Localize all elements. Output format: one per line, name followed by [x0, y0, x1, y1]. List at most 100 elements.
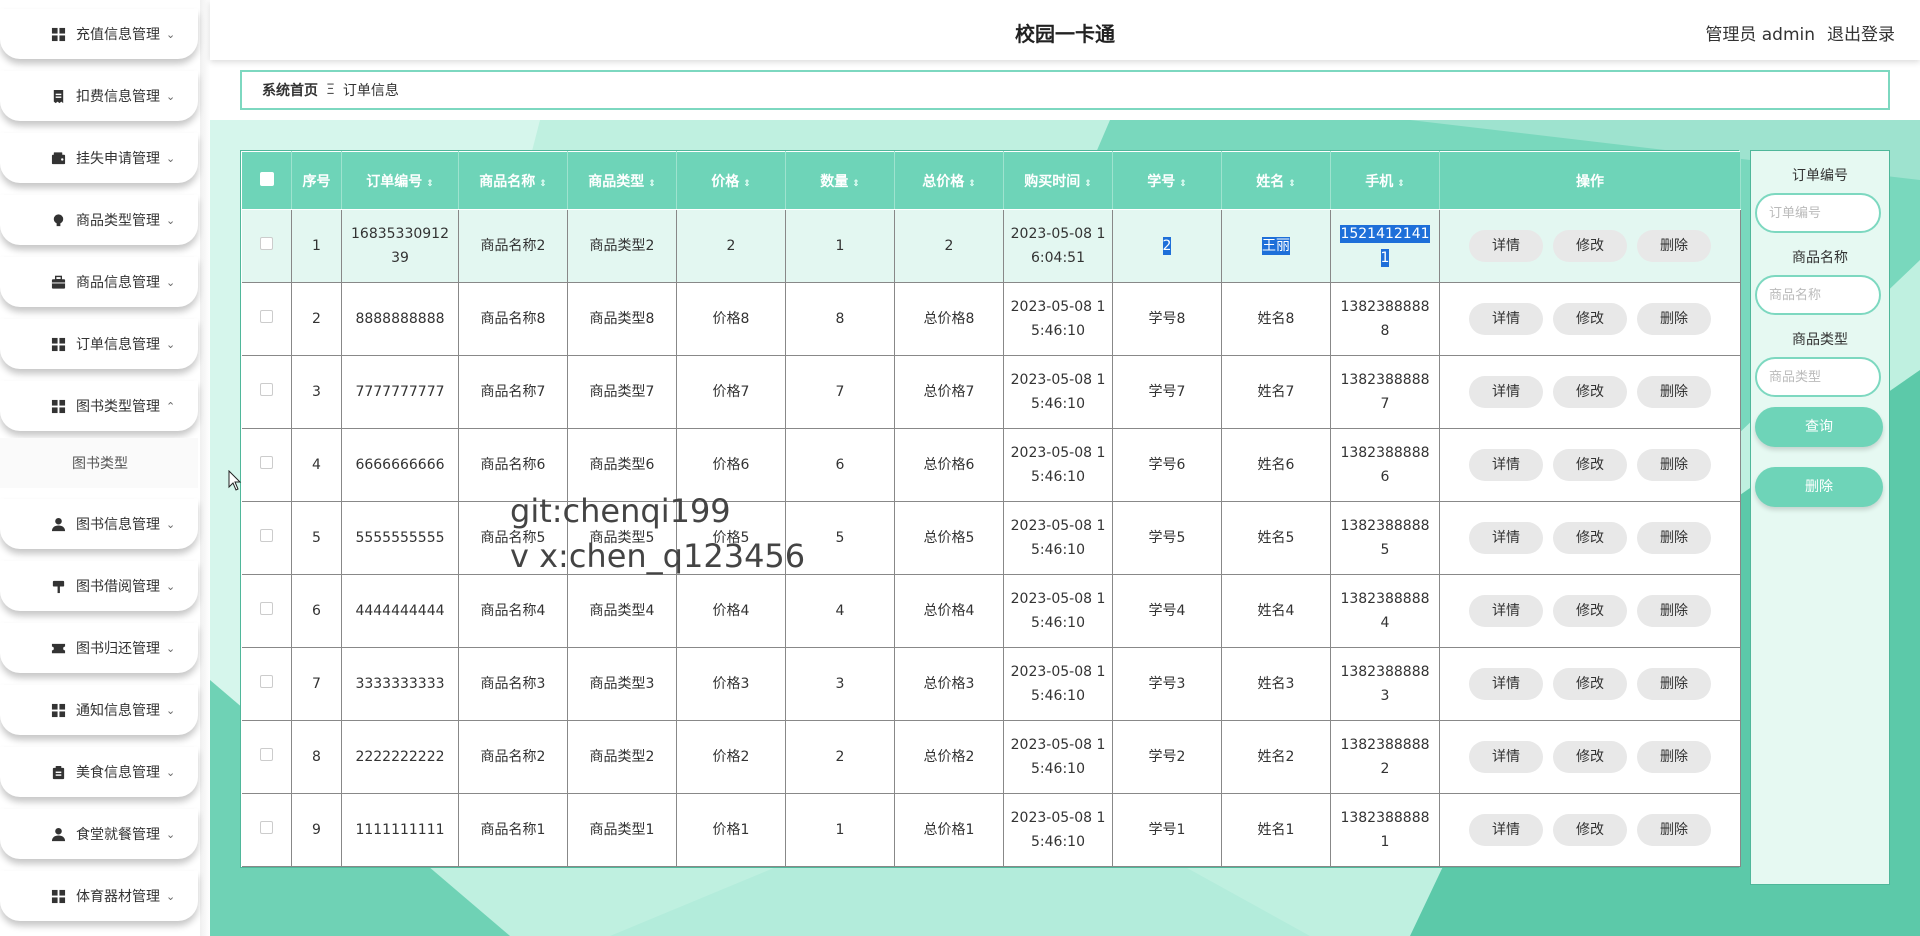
delete-button[interactable]: 删除 — [1637, 668, 1711, 700]
table-row[interactable]: 5 5555555555 商品名称5 商品类型5 价格5 5 总价格5 2023-05-08 … — [241, 501, 1741, 575]
sort-icon[interactable]: ⇕ — [426, 179, 434, 189]
column-header-12[interactable]: 操作 — [1439, 151, 1741, 210]
sidebar-item-11[interactable]: 美食信息管理 ⌄ — [0, 747, 198, 797]
sort-icon[interactable]: ⇕ — [743, 179, 751, 189]
table-row[interactable]: 7 3333333333 商品名称3 商品类型3 价格3 3 总价格3 2023-05-08 … — [241, 647, 1741, 721]
edit-button[interactable]: 修改 — [1553, 522, 1627, 554]
table-row[interactable]: 3 7777777777 商品名称7 商品类型7 价格7 7 总价格7 2023-05-08 … — [241, 355, 1741, 429]
row-checkbox[interactable] — [259, 529, 273, 542]
sidebar-item-3[interactable]: 商品类型管理 ⌄ — [0, 195, 198, 245]
delete-button[interactable]: 删除 — [1637, 522, 1711, 554]
edit-button[interactable]: 修改 — [1553, 668, 1627, 700]
sidebar-item-13[interactable]: 体育器材管理 ⌄ — [0, 871, 198, 921]
sort-icon[interactable]: ⇕ — [968, 179, 976, 189]
row-checkbox[interactable] — [259, 748, 273, 761]
sidebar-item-5[interactable]: 订单信息管理 ⌄ — [0, 319, 198, 369]
cell-sname: 姓名4 — [1221, 574, 1331, 648]
column-header-1[interactable]: 序号 — [291, 151, 342, 210]
edit-button[interactable]: 修改 — [1553, 595, 1627, 627]
grid-icon — [50, 702, 66, 718]
detail-button[interactable]: 详情 — [1469, 449, 1543, 481]
submenu-item-book-type[interactable]: 图书类型 — [0, 438, 198, 488]
delete-button[interactable]: 删除 — [1637, 449, 1711, 481]
order-no-search-input[interactable] — [1755, 193, 1881, 233]
detail-button[interactable]: 详情 — [1469, 814, 1543, 846]
edit-button[interactable]: 修改 — [1553, 814, 1627, 846]
sort-icon[interactable]: ⇕ — [1179, 179, 1187, 189]
column-header-2[interactable]: 订单编号 ⇕ — [341, 151, 459, 210]
detail-button[interactable]: 详情 — [1469, 741, 1543, 773]
edit-button[interactable]: 修改 — [1553, 230, 1627, 262]
edit-button[interactable]: 修改 — [1553, 376, 1627, 408]
column-header-7[interactable]: 总价格 ⇕ — [894, 151, 1004, 210]
detail-button[interactable]: 详情 — [1469, 595, 1543, 627]
row-checkbox[interactable] — [259, 602, 273, 615]
logout-link[interactable]: 退出登录 — [1827, 20, 1895, 45]
select-all-checkbox[interactable] — [259, 171, 274, 186]
delete-button[interactable]: 删除 — [1637, 230, 1711, 262]
row-checkbox-cell — [241, 574, 292, 648]
sidebar-item-6[interactable]: 图书类型管理 ⌃ — [0, 381, 198, 431]
column-header-4[interactable]: 商品类型 ⇕ — [567, 151, 677, 210]
delete-button[interactable]: 删除 — [1637, 741, 1711, 773]
sort-icon[interactable]: ⇕ — [1084, 179, 1092, 189]
detail-button[interactable]: 详情 — [1469, 303, 1543, 335]
row-checkbox[interactable] — [259, 821, 273, 834]
sidebar-item-1[interactable]: 扣费信息管理 ⌄ — [0, 71, 198, 121]
chevron-icon: ⌄ — [166, 27, 176, 41]
sort-icon[interactable]: ⇕ — [648, 179, 656, 189]
sidebar-item-2[interactable]: 挂失申请管理 ⌄ — [0, 133, 198, 183]
cell-qty-text: 1 — [835, 822, 845, 838]
sidebar-item-12[interactable]: 食堂就餐管理 ⌄ — [0, 809, 198, 859]
product-type-search-input[interactable] — [1755, 357, 1881, 397]
table-row[interactable]: 9 1111111111 商品名称1 商品类型1 价格1 1 总价格1 2023-05-08 … — [241, 793, 1741, 867]
cell-sname: 姓名7 — [1221, 355, 1331, 429]
delete-button[interactable]: 删除 — [1637, 376, 1711, 408]
column-header-11[interactable]: 手机 ⇕ — [1330, 151, 1440, 210]
edit-button[interactable]: 修改 — [1553, 449, 1627, 481]
table-row[interactable]: 2 8888888888 商品名称8 商品类型8 价格8 8 总价格8 2023-05-08 … — [241, 282, 1741, 356]
sort-icon[interactable]: ⇕ — [1397, 179, 1405, 189]
delete-button[interactable]: 删除 — [1637, 595, 1711, 627]
chevron-icon: ⌄ — [166, 765, 176, 779]
edit-button[interactable]: 修改 — [1553, 303, 1627, 335]
sort-icon[interactable]: ⇕ — [539, 179, 547, 189]
cell-sname: 姓名2 — [1221, 720, 1331, 794]
sidebar-item-8[interactable]: 图书借阅管理 ⌄ — [0, 561, 198, 611]
detail-button[interactable]: 详情 — [1469, 522, 1543, 554]
edit-button[interactable]: 修改 — [1553, 741, 1627, 773]
column-header-6[interactable]: 数量 ⇕ — [785, 151, 895, 210]
delete-button[interactable]: 删除 — [1637, 303, 1711, 335]
table-row[interactable]: 8 2222222222 商品名称2 商品类型2 价格2 2 总价格2 2023-05-08 … — [241, 720, 1741, 794]
table-row[interactable]: 6 4444444444 商品名称4 商品类型4 价格4 4 总价格4 2023-05-08 … — [241, 574, 1741, 648]
sort-icon[interactable]: ⇕ — [852, 179, 860, 189]
product-name-search-input[interactable] — [1755, 275, 1881, 315]
row-checkbox[interactable] — [259, 456, 273, 469]
sidebar-item-0[interactable]: 充值信息管理 ⌄ — [0, 9, 198, 59]
sidebar-item-9[interactable]: 图书归还管理 ⌄ — [0, 623, 198, 673]
column-header-9[interactable]: 学号 ⇕ — [1112, 151, 1222, 210]
row-checkbox[interactable] — [259, 237, 273, 250]
row-checkbox[interactable] — [259, 310, 273, 323]
sidebar-item-10[interactable]: 通知信息管理 ⌄ — [0, 685, 198, 735]
column-header-8[interactable]: 购买时间 ⇕ — [1003, 151, 1113, 210]
table-row[interactable]: 4 6666666666 商品名称6 商品类型6 价格6 6 总价格6 2023-05-08 … — [241, 428, 1741, 502]
row-checkbox[interactable] — [259, 675, 273, 688]
row-checkbox[interactable] — [259, 383, 273, 396]
sort-icon[interactable]: ⇕ — [1288, 179, 1296, 189]
detail-button[interactable]: 详情 — [1469, 376, 1543, 408]
batch-delete-button[interactable]: 删除 — [1755, 467, 1883, 507]
table-row[interactable]: 1 1683533091239 商品名称2 商品类型2 2 1 2 2023-05-08 16… — [241, 209, 1741, 283]
detail-button[interactable]: 详情 — [1469, 230, 1543, 262]
column-header-3[interactable]: 商品名称 ⇕ — [458, 151, 568, 210]
cell-type-text: 商品类型3 — [589, 676, 655, 692]
chevron-icon: ⌄ — [166, 889, 176, 903]
query-button[interactable]: 查询 — [1755, 407, 1883, 447]
sidebar-item-7[interactable]: 图书信息管理 ⌄ — [0, 499, 198, 549]
sidebar-item-4[interactable]: 商品信息管理 ⌄ — [0, 257, 198, 307]
breadcrumb-home[interactable]: 系统首页 — [262, 80, 318, 100]
delete-button[interactable]: 删除 — [1637, 814, 1711, 846]
detail-button[interactable]: 详情 — [1469, 668, 1543, 700]
column-header-10[interactable]: 姓名 ⇕ — [1221, 151, 1331, 210]
column-header-5[interactable]: 价格 ⇕ — [676, 151, 786, 210]
